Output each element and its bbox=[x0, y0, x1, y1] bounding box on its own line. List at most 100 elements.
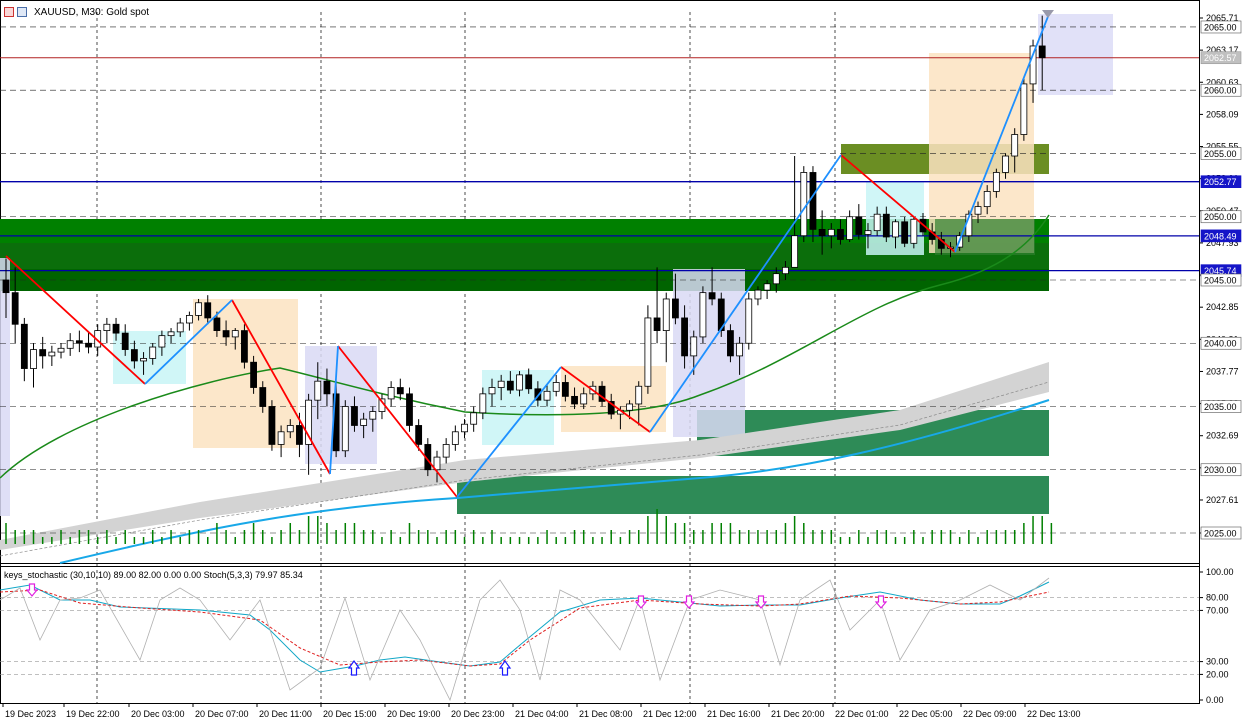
candle-body bbox=[1029, 45, 1037, 85]
price-badge-label: 2025.00 bbox=[1204, 529, 1237, 539]
price-badge-label: 2062.57 bbox=[1204, 53, 1237, 63]
candle[interactable] bbox=[57, 343, 65, 359]
candle[interactable] bbox=[644, 305, 652, 394]
time-tick-label: 20 Dec 07:00 bbox=[195, 709, 249, 719]
candle[interactable] bbox=[1020, 77, 1028, 141]
candle-body bbox=[736, 342, 743, 357]
candle-body bbox=[552, 382, 560, 392]
candle[interactable] bbox=[461, 419, 468, 439]
candle-body bbox=[140, 358, 147, 362]
price-badge-label: 2048.49 bbox=[1204, 231, 1237, 241]
candle[interactable] bbox=[442, 438, 450, 464]
symbol-title: XAUUSD, M30: Gold spot bbox=[34, 6, 150, 18]
chart-canvas[interactable]: 2065.712063.172060.632058.092055.552053.… bbox=[0, 0, 1254, 723]
candle-body bbox=[11, 292, 19, 325]
candle-body bbox=[103, 323, 111, 331]
candle-body bbox=[268, 406, 276, 445]
candle[interactable] bbox=[662, 292, 670, 363]
candle[interactable] bbox=[30, 343, 37, 388]
candle-body bbox=[470, 412, 478, 425]
candle-body bbox=[176, 322, 184, 333]
candle-body bbox=[406, 393, 413, 426]
candle-body bbox=[690, 336, 698, 357]
candle[interactable] bbox=[800, 166, 808, 243]
candle-body bbox=[561, 382, 569, 397]
time-tick-label: 22 Dec 01:00 bbox=[835, 709, 889, 719]
candle-body bbox=[442, 444, 450, 458]
chart-window-icon[interactable] bbox=[4, 7, 14, 17]
candle[interactable] bbox=[341, 400, 349, 458]
price-badge-label: 2052.77 bbox=[1204, 177, 1237, 187]
time-tick-label: 20 Dec 23:00 bbox=[451, 709, 505, 719]
candle[interactable] bbox=[855, 204, 863, 240]
candle[interactable] bbox=[910, 216, 918, 249]
chart-window[interactable]: 2065.712063.172060.632058.092055.552053.… bbox=[0, 0, 1254, 723]
price-badge-label: 2060.00 bbox=[1204, 86, 1237, 96]
candle-body bbox=[681, 317, 688, 357]
candle[interactable] bbox=[75, 330, 83, 353]
candle[interactable] bbox=[241, 324, 248, 369]
candle[interactable] bbox=[48, 345, 56, 367]
candle-body bbox=[57, 347, 65, 353]
time-tick-label: 22 Dec 13:00 bbox=[1027, 709, 1081, 719]
candle[interactable] bbox=[451, 425, 459, 451]
candle-body bbox=[543, 390, 551, 401]
candle[interactable] bbox=[406, 387, 413, 432]
candle[interactable] bbox=[745, 292, 753, 350]
candle-body bbox=[112, 323, 120, 334]
time-tick-label: 22 Dec 05:00 bbox=[899, 709, 953, 719]
candle-body bbox=[754, 289, 762, 300]
candle[interactable] bbox=[39, 336, 47, 369]
arrow-up-icon bbox=[347, 659, 361, 676]
candle-body bbox=[892, 221, 899, 238]
candle[interactable] bbox=[699, 286, 707, 344]
candle[interactable] bbox=[66, 333, 74, 356]
candle-body bbox=[974, 206, 982, 215]
candle-body bbox=[259, 387, 267, 407]
candle-body bbox=[699, 292, 707, 338]
candle-body bbox=[525, 374, 533, 390]
candle[interactable] bbox=[268, 400, 276, 451]
candle[interactable] bbox=[552, 374, 560, 397]
candle-body bbox=[644, 317, 652, 387]
candle[interactable] bbox=[185, 311, 193, 331]
candle-body bbox=[479, 393, 487, 414]
stoch-tick-label: 20.00 bbox=[1206, 669, 1229, 679]
time-tick-label: 21 Dec 16:00 bbox=[707, 709, 761, 719]
candle[interactable] bbox=[470, 406, 478, 432]
candle[interactable] bbox=[791, 156, 799, 268]
highlight-box bbox=[305, 346, 377, 464]
candle-body bbox=[763, 283, 771, 291]
candle-body bbox=[662, 298, 670, 331]
candle[interactable] bbox=[103, 317, 111, 344]
candle-body bbox=[846, 216, 854, 240]
candle-body bbox=[48, 351, 56, 357]
price-tick-label: 2027.61 bbox=[1206, 495, 1239, 505]
candle-body bbox=[626, 403, 633, 411]
candle-body bbox=[910, 218, 918, 244]
stoch-tick-label: 80.00 bbox=[1206, 593, 1229, 603]
candle-body bbox=[241, 330, 248, 363]
candle-body bbox=[1011, 134, 1019, 157]
candle[interactable] bbox=[846, 210, 854, 243]
candle-body bbox=[992, 172, 1000, 192]
candle-body bbox=[415, 425, 423, 445]
time-tick-label: 22 Dec 09:00 bbox=[963, 709, 1017, 719]
bars-icon[interactable] bbox=[17, 7, 27, 17]
candle-body bbox=[672, 298, 679, 319]
time-tick-label: 20 Dec 15:00 bbox=[323, 709, 377, 719]
candle[interactable] bbox=[387, 381, 395, 407]
candle-body bbox=[800, 172, 808, 237]
candle-body bbox=[341, 406, 349, 452]
candle-body bbox=[837, 228, 844, 240]
candle-body bbox=[351, 406, 358, 426]
time-tick-label: 21 Dec 08:00 bbox=[579, 709, 633, 719]
stoch-gray-line bbox=[0, 577, 1050, 702]
price-badge-label: 2045.00 bbox=[1204, 275, 1237, 285]
candle-body bbox=[1020, 83, 1028, 135]
price-badge-label: 2050.00 bbox=[1204, 212, 1237, 222]
candle-body bbox=[204, 302, 212, 319]
candle[interactable] bbox=[378, 393, 386, 420]
candle[interactable] bbox=[20, 317, 28, 382]
candle-body bbox=[222, 330, 230, 338]
